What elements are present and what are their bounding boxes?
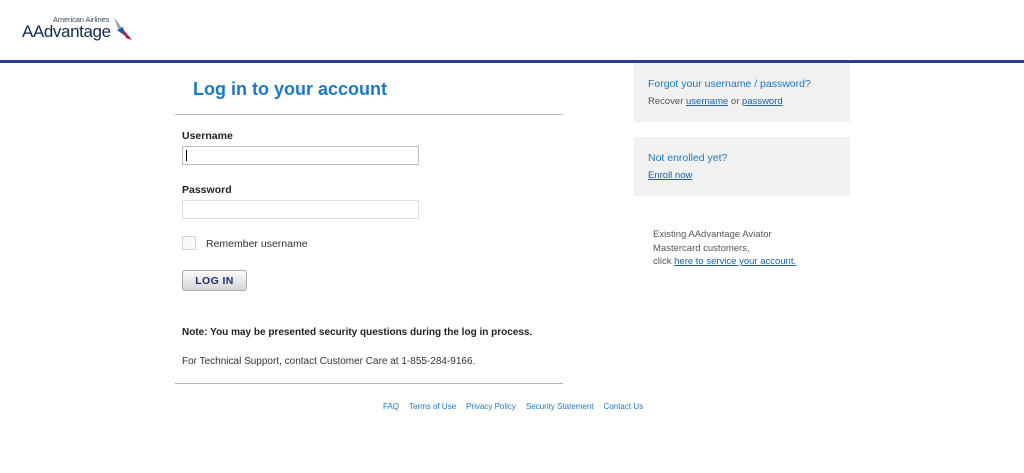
forgot-title: Forgot your username / password? bbox=[648, 78, 811, 90]
footer-link-contact[interactable]: Contact Us bbox=[604, 402, 644, 411]
aadvantage-logo[interactable]: American Airlines AAdvantage bbox=[22, 15, 142, 43]
aviator-line-3: click here to service your account. bbox=[653, 255, 796, 269]
password-label: Password bbox=[182, 184, 232, 196]
aviator-line-2: Mastercard customers, bbox=[653, 242, 750, 254]
recover-text: Recover username or password bbox=[648, 96, 783, 107]
enroll-title: Not enrolled yet? bbox=[648, 152, 728, 164]
username-input[interactable] bbox=[182, 146, 419, 165]
aviator-click-prefix: click bbox=[653, 256, 675, 267]
login-button[interactable]: LOG IN bbox=[182, 270, 247, 291]
text-cursor bbox=[186, 150, 187, 161]
support-text: For Technical Support, contact Customer … bbox=[182, 356, 476, 367]
security-note: Note: You may be presented security ques… bbox=[182, 327, 533, 338]
footer-link-terms[interactable]: Terms of Use bbox=[409, 402, 456, 411]
aviator-line-1: Existing AAdvantage Aviator bbox=[653, 229, 772, 240]
footer-link-security[interactable]: Security Statement bbox=[526, 402, 594, 411]
remember-username-label[interactable]: Remember username bbox=[206, 238, 308, 250]
remember-username-checkbox[interactable] bbox=[182, 236, 196, 250]
flight-symbol-icon bbox=[114, 17, 132, 40]
header: American Airlines AAdvantage bbox=[0, 0, 1024, 60]
divider bbox=[175, 383, 563, 384]
forgot-credentials-panel: Forgot your username / password? Recover… bbox=[634, 63, 850, 122]
footer-link-privacy[interactable]: Privacy Policy bbox=[466, 402, 516, 411]
recover-or: or bbox=[728, 96, 742, 107]
footer-links: FAQ Terms of Use Privacy Policy Security St… bbox=[383, 402, 653, 411]
enroll-panel: Not enrolled yet? Enroll now bbox=[634, 137, 850, 196]
username-label: Username bbox=[182, 130, 233, 142]
page-title: Log in to your account bbox=[193, 79, 387, 99]
recover-prefix: Recover bbox=[648, 96, 687, 107]
password-input[interactable] bbox=[182, 200, 419, 219]
aviator-notice: Existing AAdvantage Aviator Mastercard c… bbox=[653, 228, 796, 269]
logo-program-name: AAdvantage bbox=[22, 22, 111, 41]
recover-password-link[interactable]: password bbox=[742, 96, 783, 107]
footer-link-faq[interactable]: FAQ bbox=[383, 402, 399, 411]
enroll-now-link[interactable]: Enroll now bbox=[648, 170, 692, 181]
recover-username-link[interactable]: username bbox=[686, 96, 728, 107]
divider bbox=[175, 114, 563, 115]
header-divider-bar bbox=[0, 60, 1024, 63]
service-account-link[interactable]: here to service your account. bbox=[674, 256, 796, 267]
